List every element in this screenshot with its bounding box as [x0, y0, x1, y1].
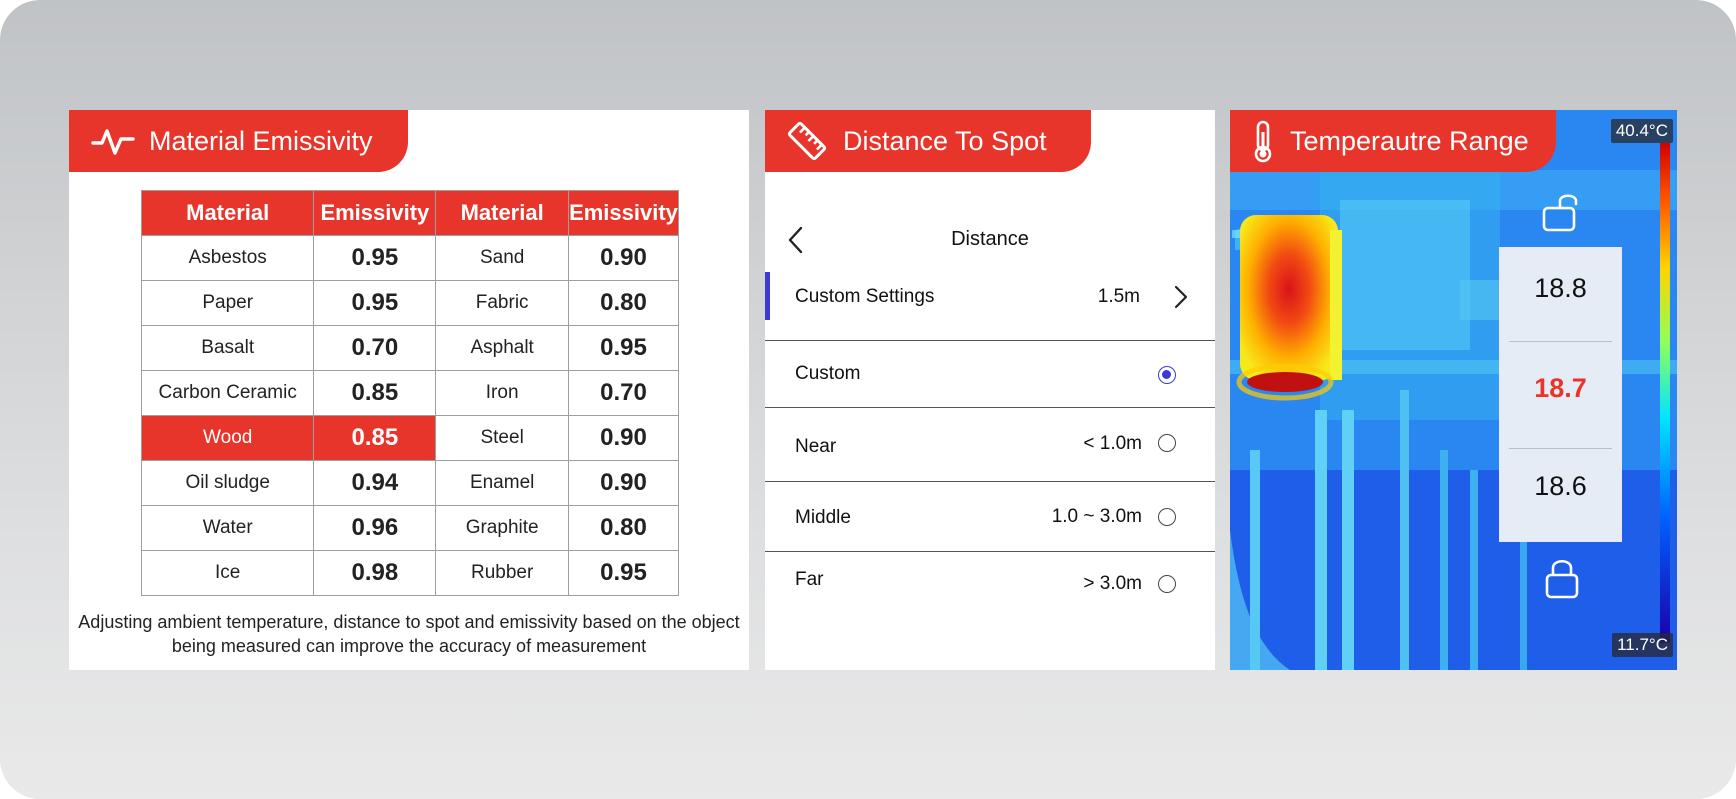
emissivity-table: Material Emissivity Material Emissivity … — [140, 190, 680, 596]
custom-settings-label: Custom Settings — [795, 286, 935, 307]
table-row: Carbon Ceramic 0.85 Iron 0.70 — [140, 370, 680, 416]
column-header: Emissivity — [567, 190, 680, 236]
option-value: < 1.0m — [1083, 433, 1142, 454]
table-row-highlighted: Wood 0.85 Steel 0.90 — [140, 415, 680, 461]
material-emissivity-title: Material Emissivity — [149, 125, 373, 156]
table-row: Oil sludge 0.94 Enamel 0.90 — [140, 460, 680, 506]
column-header: Emissivity — [313, 190, 437, 236]
min-temperature-label: 11.7°C — [1612, 633, 1673, 657]
table-row: Basalt 0.70 Asphalt 0.95 — [140, 325, 680, 371]
distance-to-spot-title: Distance To Spot — [843, 125, 1047, 156]
table-row: Water 0.96 Graphite 0.80 — [140, 505, 680, 551]
reading-high: 18.8 — [1534, 273, 1587, 303]
emissivity-cell: 0.95 — [567, 550, 680, 596]
material-cell: Carbon Ceramic — [140, 370, 315, 416]
distance-header: Distance — [765, 220, 1215, 260]
material-cell: Fabric — [435, 280, 569, 326]
material-cell: Paper — [140, 280, 315, 326]
table-row: Ice 0.98 Rubber 0.95 — [140, 550, 680, 596]
distance-to-spot-tab: Distance To Spot — [765, 110, 1091, 172]
material-cell: Iron — [435, 370, 569, 416]
temperature-range-title: Temperautre Range — [1290, 125, 1529, 156]
radio-near[interactable] — [1158, 434, 1176, 452]
radio-custom[interactable] — [1158, 366, 1176, 384]
max-temperature-label: 40.4°C — [1610, 119, 1673, 143]
option-value: > 3.0m — [1083, 573, 1142, 594]
pulse-icon — [91, 129, 135, 155]
option-label: Middle — [795, 507, 851, 528]
material-emissivity-tab: Material Emissivity — [69, 110, 408, 172]
option-value: 1.0 ~ 3.0m — [1051, 506, 1142, 527]
reading-low: 18.6 — [1534, 471, 1587, 501]
material-cell: Enamel — [435, 460, 569, 506]
material-cell: Graphite — [435, 505, 569, 551]
emissivity-cell: 0.94 — [313, 460, 437, 506]
material-cell: Steel — [435, 415, 569, 461]
column-header: Material — [140, 190, 315, 236]
column-header: Material — [435, 190, 569, 236]
emissivity-cell: 0.90 — [567, 235, 680, 281]
emissivity-cell: 0.80 — [567, 280, 680, 326]
temperature-readings: 18.8 18.7 18.6 — [1499, 247, 1622, 542]
emissivity-cell: 0.95 — [313, 280, 437, 326]
reading-divider — [1509, 448, 1612, 449]
option-label: Near — [795, 436, 837, 457]
distance-to-spot-panel: Distance To Spot Distance Custom Setting… — [765, 110, 1215, 670]
page-background: Material Emissivity Material Emissivity … — [0, 0, 1736, 799]
radio-far[interactable] — [1158, 575, 1176, 593]
emissivity-cell: 0.70 — [313, 325, 437, 371]
radio-middle[interactable] — [1158, 508, 1176, 526]
material-cell: Wood — [140, 415, 315, 461]
material-cell: Basalt — [140, 325, 315, 371]
temperature-range-tab: Temperautre Range — [1230, 110, 1556, 172]
material-cell: Ice — [140, 550, 315, 596]
emissivity-cell: 0.96 — [313, 505, 437, 551]
table-row: Asbestos 0.95 Sand 0.90 — [140, 235, 680, 281]
option-custom[interactable]: Custom — [765, 341, 1215, 407]
emissivity-cell: 0.80 — [567, 505, 680, 551]
table-header-row: Material Emissivity Material Emissivity — [140, 190, 680, 236]
reading-current: 18.7 — [1534, 373, 1587, 403]
material-cell: Asphalt — [435, 325, 569, 371]
emissivity-cell: 0.98 — [313, 550, 437, 596]
selection-bar — [765, 272, 770, 320]
distance-screen-title: Distance — [951, 228, 1029, 250]
emissivity-cell: 0.90 — [567, 415, 680, 461]
option-label: Custom — [795, 363, 861, 384]
custom-settings-value: 1.5m — [1097, 286, 1140, 307]
temperature-range-panel: Temperautre Range 40.4°C 11.7°C 18.8 18.… — [1230, 110, 1677, 670]
thermometer-icon — [1254, 120, 1272, 163]
reading-divider — [1509, 341, 1612, 342]
option-far[interactable]: Far > 3.0m — [765, 552, 1215, 622]
material-cell: Asbestos — [140, 235, 315, 281]
material-cell: Oil sludge — [140, 460, 315, 506]
accuracy-note: Adjusting ambient temperature, distance … — [78, 612, 740, 656]
material-cell: Sand — [435, 235, 569, 281]
unlock-icon[interactable] — [1540, 190, 1582, 234]
chevron-right-icon — [1174, 285, 1188, 309]
material-cell: Water — [140, 505, 315, 551]
emissivity-cell: 0.95 — [313, 235, 437, 281]
option-near[interactable]: Near < 1.0m — [765, 408, 1215, 481]
table-row: Paper 0.95 Fabric 0.80 — [140, 280, 680, 326]
emissivity-cell: 0.95 — [567, 325, 680, 371]
material-emissivity-panel: Material Emissivity Material Emissivity … — [69, 110, 749, 670]
custom-settings-row[interactable]: Custom Settings 1.5m — [765, 272, 1215, 320]
option-middle[interactable]: Middle 1.0 ~ 3.0m — [765, 482, 1215, 551]
emissivity-cell: 0.70 — [567, 370, 680, 416]
emissivity-cell: 0.85 — [313, 415, 437, 461]
emissivity-cell: 0.85 — [313, 370, 437, 416]
material-cell: Rubber — [435, 550, 569, 596]
emissivity-cell: 0.90 — [567, 460, 680, 506]
ruler-icon — [787, 121, 827, 161]
lock-icon[interactable] — [1543, 555, 1581, 601]
option-label: Far — [795, 569, 824, 590]
